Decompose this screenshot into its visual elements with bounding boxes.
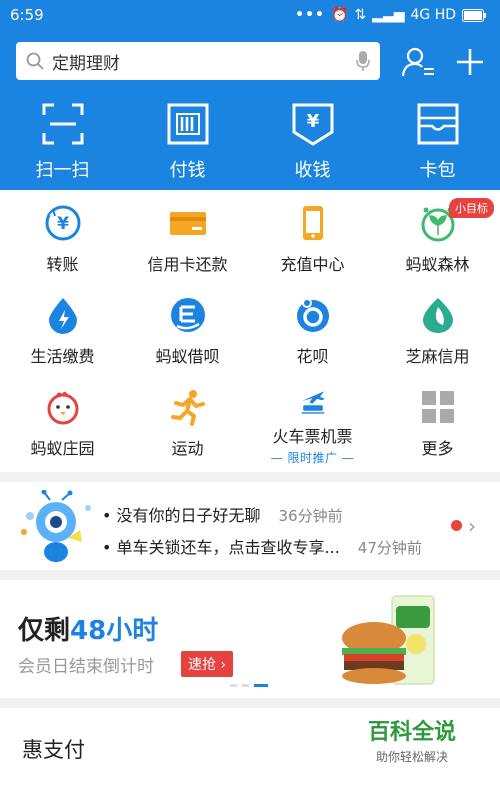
service-sports-label: 运动 (171, 439, 204, 458)
quick-receive[interactable]: ¥ 收钱 (250, 100, 375, 186)
scan-icon (42, 103, 83, 145)
service-jiebei-label: 蚂蚁借呗 (155, 347, 220, 366)
status-time: 6:59 (10, 6, 44, 24)
search-bar[interactable]: 定期理财 (16, 42, 380, 80)
banner-pager (230, 684, 268, 687)
search-icon (26, 52, 44, 70)
service-utility-label: 生活缴费 (30, 347, 95, 366)
sesame-credit-icon (422, 298, 453, 333)
quick-actions: 扫一扫 付钱 ¥ 收钱 卡包 (0, 100, 500, 186)
phone-recharge-icon (302, 206, 323, 240)
service-recharge-label: 充值中心 (280, 255, 345, 274)
message-card[interactable]: • 没有你的日子好无聊 36分钟前 • 单车关锁还车，点击查收专享... 47分钟前 (0, 482, 500, 570)
watermark: 百科全说 助你轻松解决 (348, 708, 476, 764)
chevron-right-icon[interactable]: › (468, 514, 476, 538)
ant-mascot-icon (21, 490, 91, 562)
service-tickets-label: 火车票机票 (272, 427, 353, 446)
grab-button[interactable]: 速抢 › (181, 651, 234, 677)
pay-barcode-icon (167, 103, 208, 145)
small-goal-badge: 小目标 (449, 198, 494, 218)
promo-banner[interactable]: 仅剩48小时 会员日结束倒计时 速抢 › (0, 580, 500, 698)
pager-dot (242, 684, 249, 687)
receive-money-icon: ¥ (292, 103, 333, 146)
pager-dot (230, 684, 237, 687)
message-text: 单车关锁还车，点击查收专享... (116, 538, 340, 557)
message-item[interactable]: • 没有你的日子好无聊 36分钟前 (102, 502, 343, 526)
train-plane-icon (301, 391, 325, 414)
section-title: 惠支付 (22, 738, 85, 762)
battery-icon (462, 8, 486, 22)
unread-dot (451, 520, 462, 531)
running-icon (170, 390, 205, 426)
chicken-icon (47, 391, 78, 425)
quick-cards-label: 卡包 (419, 160, 456, 181)
microphone-icon[interactable] (356, 50, 370, 72)
service-grid: ¥ 转账 信用卡还款 充值中心 小目标 蚂蚁森林 生活缴费 蚂蚁借呗 花呗 芝麻… (0, 190, 500, 472)
service-huabei[interactable]: 花呗 (250, 282, 375, 374)
service-ant-forest[interactable]: 小目标 蚂蚁森林 (375, 190, 500, 282)
service-sesame-label: 芝麻信用 (405, 347, 470, 366)
card-wallet-icon (417, 103, 458, 145)
data-arrows-icon: ⇅ (354, 7, 367, 23)
service-sesame[interactable]: 芝麻信用 (375, 282, 500, 374)
pager-dot-active (254, 684, 268, 687)
service-credit-card-label: 信用卡还款 (147, 255, 228, 274)
banner-subtitle: 会员日结束倒计时 (18, 657, 154, 677)
svg-text:¥: ¥ (57, 214, 69, 234)
quick-scan[interactable]: 扫一扫 (0, 100, 125, 186)
add-icon[interactable] (452, 44, 488, 80)
alarm-icon: ⏰ (331, 7, 349, 23)
service-transfer-label: 转账 (46, 255, 79, 274)
search-input[interactable]: 定期理财 (52, 49, 356, 74)
message-item[interactable]: • 单车关锁还车，点击查收专享... 47分钟前 (102, 534, 422, 558)
more-grid-icon (421, 391, 454, 423)
notification-dots: ••• (295, 7, 325, 23)
service-more[interactable]: 更多 (375, 374, 500, 466)
message-time: 47分钟前 (357, 539, 422, 557)
status-icons: ••• ⏰ ⇅ ▂▃▅ 4G HD (295, 7, 486, 23)
utility-drop-icon (48, 298, 77, 334)
banner-title-prefix: 仅剩 (18, 616, 71, 646)
watermark-subtitle: 助你轻松解决 (375, 750, 448, 764)
loan-icon (170, 298, 205, 332)
service-recharge[interactable]: 充值中心 (250, 190, 375, 282)
service-credit-card[interactable]: 信用卡还款 (125, 190, 250, 282)
service-tickets[interactable]: 火车票机票 — 限时推广 — (250, 374, 375, 466)
service-transfer[interactable]: ¥ 转账 (0, 190, 125, 282)
banner-title: 仅剩48小时 (18, 610, 158, 647)
service-more-label: 更多 (421, 439, 454, 458)
service-ant-farm-label: 蚂蚁庄园 (30, 439, 95, 458)
signal-icon: ▂▃▅ (372, 7, 405, 23)
quick-scan-label: 扫一扫 (35, 160, 90, 181)
service-huabei-label: 花呗 (296, 347, 329, 366)
contacts-icon[interactable] (400, 44, 436, 80)
message-time: 36分钟前 (278, 507, 343, 525)
huabei-icon (296, 298, 329, 332)
service-utility[interactable]: 生活缴费 (0, 282, 125, 374)
message-text: 没有你的日子好无聊 (116, 506, 261, 525)
burger-drink-image (342, 595, 435, 685)
svg-text:¥: ¥ (306, 111, 319, 132)
quick-receive-label: 收钱 (294, 160, 331, 181)
quick-pay[interactable]: 付钱 (125, 100, 250, 186)
network-label: 4G HD (410, 7, 456, 23)
status-bar: 6:59 ••• ⏰ ⇅ ▂▃▅ 4G HD (0, 0, 500, 30)
service-ant-farm[interactable]: 蚂蚁庄园 (0, 374, 125, 466)
quick-cards[interactable]: 卡包 (375, 100, 500, 186)
promo-tag: — 限时推广 — (270, 451, 355, 465)
quick-pay-label: 付钱 (169, 160, 206, 181)
banner-title-highlight: 48小时 (70, 616, 159, 646)
credit-card-icon (169, 212, 206, 235)
watermark-title: 百科全说 (367, 720, 456, 745)
service-jiebei[interactable]: 蚂蚁借呗 (125, 282, 250, 374)
service-sports[interactable]: 运动 (125, 374, 250, 466)
service-ant-forest-label: 蚂蚁森林 (405, 255, 470, 274)
transfer-icon: ¥ (45, 205, 80, 241)
